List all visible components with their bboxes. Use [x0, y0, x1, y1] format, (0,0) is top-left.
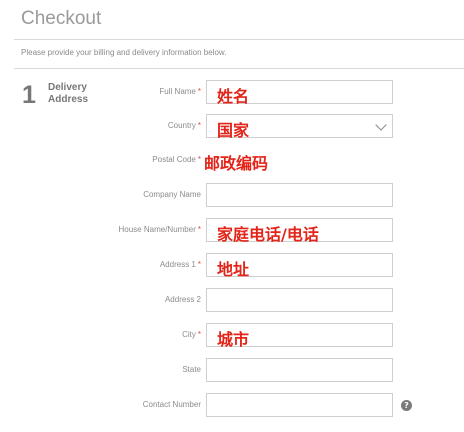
state-label: State — [182, 365, 201, 374]
postal-code-value[interactable]: 邮政编码 — [204, 150, 268, 174]
full-name-value: 姓名 — [217, 87, 250, 106]
state-field[interactable] — [206, 358, 393, 382]
checkout-page: Checkout Please provide your billing and… — [0, 0, 464, 432]
address2-label: Address 2 — [164, 295, 201, 304]
company-name-label: Company Name — [143, 190, 201, 199]
address1-row: Address 1 * 地址 — [0, 251, 464, 281]
country-select[interactable]: 国家 — [206, 114, 393, 140]
page-subtitle: Please provide your billing and delivery… — [21, 48, 227, 57]
section-divider — [14, 68, 464, 69]
state-row: State — [0, 356, 464, 386]
house-number-field[interactable]: 家庭电话/电话 — [206, 218, 393, 244]
title-divider — [14, 39, 464, 40]
city-field[interactable]: 城市 — [206, 323, 393, 349]
address1-field[interactable]: 地址 — [206, 253, 393, 279]
postal-code-row: Postal Code * 邮政编码 — [0, 146, 464, 176]
postal-code-label: Postal Code * — [152, 155, 201, 164]
address2-row: Address 2 — [0, 286, 464, 316]
chevron-down-icon — [375, 119, 387, 131]
house-number-value: 家庭电话/电话 — [217, 225, 319, 244]
contact-number-row: Contact Number ? — [0, 391, 464, 421]
city-value: 城市 — [217, 330, 250, 349]
city-label: City * — [182, 330, 201, 339]
address1-value: 地址 — [217, 260, 250, 279]
contact-number-label: Contact Number — [142, 400, 201, 409]
contact-number-field[interactable] — [206, 393, 393, 417]
country-value: 国家 — [217, 121, 250, 140]
country-row: Country * 国家 — [0, 112, 464, 142]
city-row: City * 城市 — [0, 321, 464, 351]
house-number-label: House Name/Number * — [118, 225, 202, 234]
company-name-row: Company Name — [0, 181, 464, 211]
full-name-row: Full Name * 姓名 — [0, 78, 464, 108]
full-name-field[interactable]: 姓名 — [206, 80, 393, 106]
page-title: Checkout — [21, 8, 102, 29]
address2-field[interactable] — [206, 288, 393, 312]
company-name-field[interactable] — [206, 183, 393, 207]
country-label: Country * — [167, 121, 201, 130]
address1-label: Address 1 * — [159, 260, 201, 269]
question-icon[interactable]: ? — [401, 400, 412, 411]
full-name-label: Full Name * — [159, 87, 201, 96]
house-number-row: House Name/Number * 家庭电话/电话 — [0, 216, 464, 246]
